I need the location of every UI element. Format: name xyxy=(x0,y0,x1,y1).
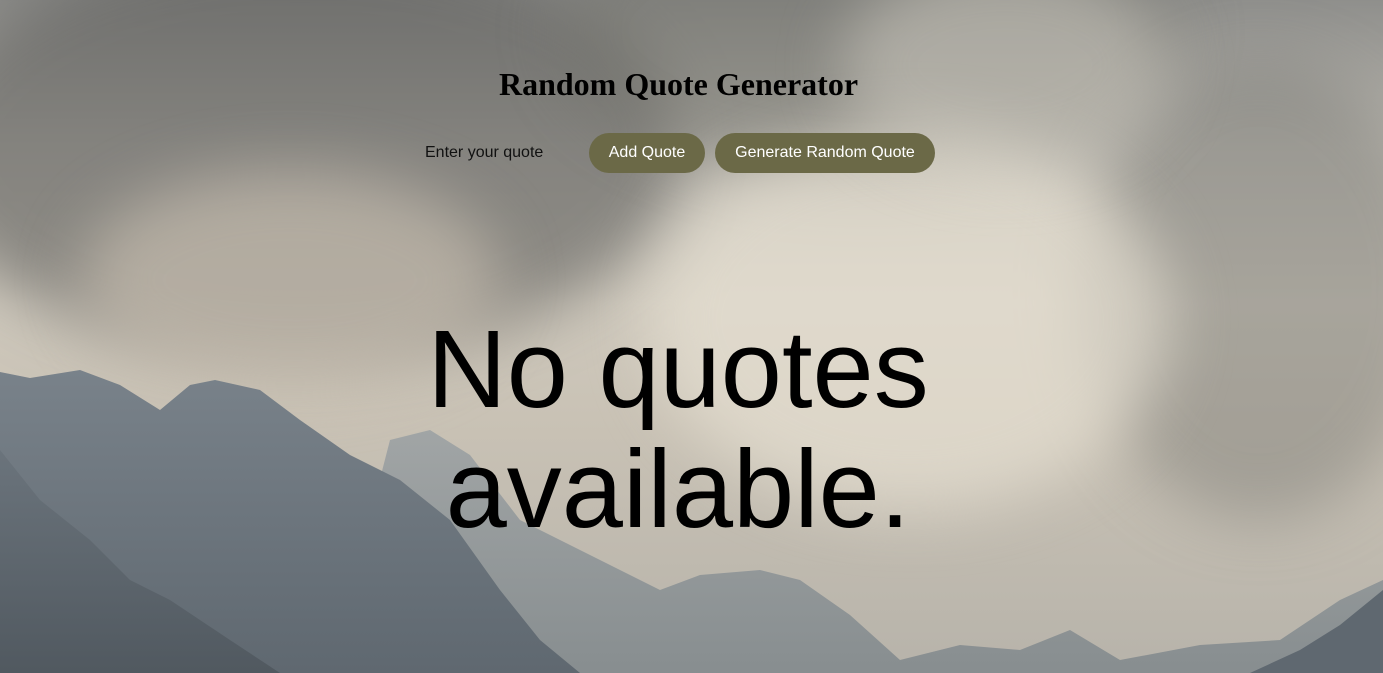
page-title: Random Quote Generator xyxy=(498,66,859,102)
quote-text: No quotes available. xyxy=(427,308,929,551)
generate-random-quote-button[interactable]: Generate Random Quote xyxy=(715,133,935,173)
quote-input[interactable] xyxy=(417,135,589,171)
quote-form: Add Quote Generate Random Quote xyxy=(417,133,935,173)
page-header: Random Quote Generator xyxy=(0,66,1357,103)
quote-display: No quotes available. xyxy=(328,310,1028,550)
add-quote-button[interactable]: Add Quote xyxy=(589,133,705,173)
